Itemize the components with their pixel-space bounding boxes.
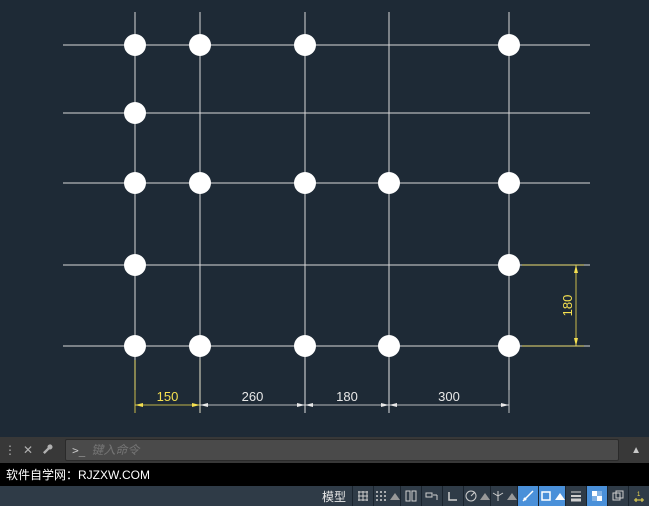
selection-cycling-icon[interactable]	[607, 486, 628, 506]
watermark-text: 软件自学网：RJZXW.COM	[6, 466, 150, 483]
object-snap-tracking-icon[interactable]	[517, 486, 538, 506]
svg-text:180: 180	[560, 295, 575, 317]
snap-mode-icon[interactable]	[373, 486, 400, 506]
footer-bar: 软件自学网：RJZXW.COM	[0, 463, 649, 486]
polar-tracking-icon[interactable]	[463, 486, 490, 506]
annotation-monitor-icon[interactable]: 1	[628, 486, 649, 506]
dropdown-icon	[555, 493, 565, 500]
isometric-drafting-icon[interactable]	[490, 486, 517, 506]
svg-text:150: 150	[157, 389, 179, 404]
customize-icon[interactable]	[35, 443, 61, 457]
close-icon[interactable]: ✕	[21, 443, 35, 457]
svg-text:260: 260	[242, 389, 264, 404]
dropdown-icon	[507, 493, 517, 500]
command-input-wrap[interactable]: >_	[65, 439, 619, 461]
status-bar: 模型 1	[0, 486, 649, 506]
command-bar: ⋮ ✕ >_ ▲	[0, 437, 649, 463]
drag-handle-icon[interactable]: ⋮	[0, 443, 21, 457]
drawing-canvas[interactable]: 150 260 180 300 180	[0, 0, 649, 437]
svg-text:1: 1	[637, 492, 641, 498]
dropdown-icon	[480, 493, 490, 500]
history-up-icon[interactable]: ▲	[623, 445, 649, 456]
object-snap-icon[interactable]	[538, 486, 565, 506]
model-tab[interactable]: 模型	[316, 486, 352, 506]
infer-constraints-icon[interactable]	[400, 486, 421, 506]
svg-text:180: 180	[336, 389, 358, 404]
svg-text:300: 300	[438, 389, 460, 404]
drawing-svg: 150 260 180 300 180	[0, 0, 649, 437]
grid-display-icon[interactable]	[352, 486, 373, 506]
dynamic-input-icon[interactable]	[421, 486, 442, 506]
ortho-mode-icon[interactable]	[442, 486, 463, 506]
lineweight-icon[interactable]	[565, 486, 586, 506]
command-input[interactable]	[91, 443, 618, 457]
transparency-icon[interactable]	[586, 486, 607, 506]
dropdown-icon	[390, 493, 400, 500]
prompt-icon: >_	[66, 444, 91, 457]
